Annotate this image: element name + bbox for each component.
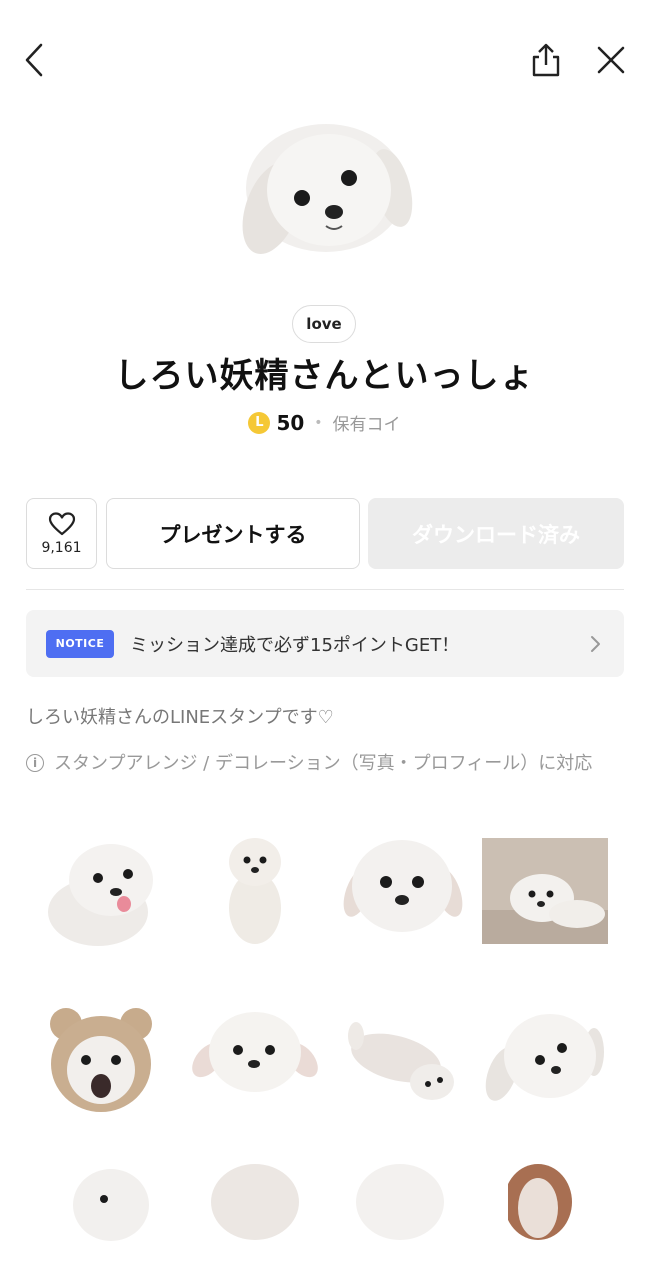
close-button[interactable]	[590, 38, 632, 82]
tag-pill[interactable]: love	[292, 305, 356, 343]
like-button[interactable]: 9,161	[26, 498, 97, 569]
sticker-main-image	[242, 124, 413, 254]
like-count: 9,161	[41, 539, 82, 556]
heart-icon	[48, 511, 75, 535]
notice-badge: NOTICE	[46, 629, 114, 658]
sticker-item[interactable]	[190, 830, 320, 950]
info-icon: i	[26, 754, 44, 772]
share-button[interactable]	[525, 38, 567, 82]
sticker-item[interactable]	[36, 1000, 166, 1120]
download-button[interactable]: ダウンロード済み	[368, 498, 624, 569]
sticker-description: しろい妖精さんのLINEスタンプです♡	[26, 707, 334, 728]
owned-coins-label: 保有コイ	[332, 415, 401, 435]
chevron-right-icon	[591, 635, 600, 652]
sticker-item[interactable]	[336, 830, 466, 950]
chevron-left-icon	[25, 43, 43, 77]
sticker-item[interactable]	[36, 830, 166, 950]
sticker-item[interactable]	[508, 1162, 638, 1282]
close-icon	[597, 46, 625, 74]
notice-text: ミッション達成で必ず15ポイントGET！	[130, 634, 460, 656]
sticker-title: しろい妖精さんといっしょ	[114, 356, 535, 396]
sticker-item[interactable]	[210, 1162, 340, 1282]
price-row: L 50 • 保有コイ	[0, 410, 649, 435]
share-icon	[532, 43, 560, 77]
sticker-item[interactable]	[336, 1000, 466, 1120]
sticker-item[interactable]	[352, 1162, 482, 1282]
notice-banner[interactable]: NOTICE ミッション達成で必ず15ポイントGET！	[26, 610, 624, 677]
sticker-item[interactable]	[482, 1000, 612, 1120]
separator-dot: •	[314, 414, 323, 431]
sticker-item[interactable]	[190, 1000, 320, 1120]
price-value: 50	[276, 410, 305, 435]
compat-text: スタンプアレンジ / デコレーション（写真・プロフィール）に対応	[54, 753, 593, 774]
top-bar	[0, 0, 649, 120]
sticker-item[interactable]	[482, 830, 612, 950]
divider	[26, 589, 624, 590]
back-button[interactable]	[14, 38, 54, 82]
present-button[interactable]: プレゼントする	[106, 498, 360, 569]
sticker-item[interactable]	[66, 1165, 196, 1285]
line-coin-icon: L	[248, 411, 271, 434]
